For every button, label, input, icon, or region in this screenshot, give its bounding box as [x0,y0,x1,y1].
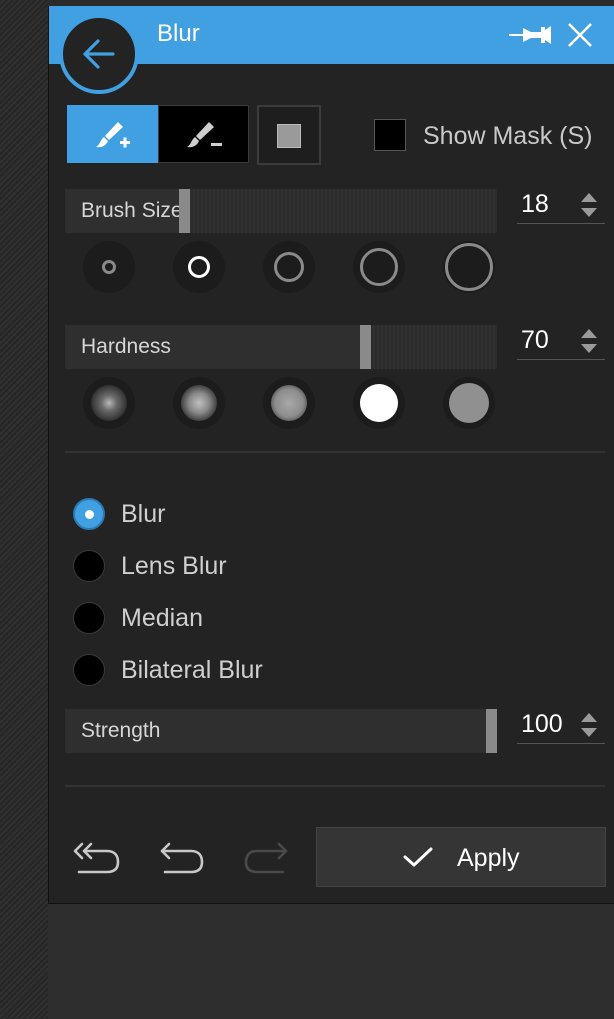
radio-button[interactable] [73,550,105,582]
stepper-icon[interactable] [579,190,599,220]
stepper-icon[interactable] [579,710,599,740]
strength-input[interactable]: 100 [517,706,605,744]
apply-button[interactable]: Apply [316,827,606,887]
hardness-label: Hardness [81,335,171,358]
radio-button[interactable] [73,498,105,530]
brush-size-preset-1[interactable] [83,241,135,293]
brush-size-preset-2[interactable] [173,241,225,293]
hardness-value: 70 [521,326,549,354]
mask-preview-button[interactable] [257,105,321,165]
blur-type-label: Lens Blur [121,552,227,580]
arrow-left-icon [83,39,115,69]
undo-icon[interactable] [157,838,207,878]
pin-icon[interactable] [509,24,553,46]
back-button[interactable] [59,14,139,94]
hardness-preset-1[interactable] [83,377,135,429]
hardness-preset-3[interactable] [263,377,315,429]
strength-slider[interactable]: Strength [65,709,497,753]
hardness-thumb[interactable] [360,325,371,369]
brush-subtract-icon [187,122,222,148]
brush-size-preset-5[interactable] [443,241,495,293]
divider [65,451,605,453]
hardness-preset-5[interactable] [443,377,495,429]
brush-size-input[interactable]: 18 [517,186,605,224]
brush-size-value: 18 [521,190,549,218]
brush-add-button[interactable] [67,105,158,163]
stepper-icon[interactable] [579,326,599,356]
brush-add-icon [96,122,130,148]
apply-label: Apply [457,844,520,872]
close-icon[interactable] [567,22,593,48]
brush-subtract-button[interactable] [158,105,249,163]
hardness-preset-2[interactable] [173,377,225,429]
mask-square-icon [277,124,301,148]
brush-size-slider[interactable]: Brush Size [65,189,497,233]
brush-size-preset-4[interactable] [353,241,405,293]
show-mask-label: Show Mask (S) [423,122,593,150]
brush-size-label: Brush Size [81,199,183,222]
undo-all-icon[interactable] [71,838,121,878]
hardness-input[interactable]: 70 [517,322,605,360]
strength-thumb[interactable] [486,709,497,753]
strength-label: Strength [81,719,161,742]
hardness-slider[interactable]: Hardness [65,325,497,369]
show-mask-checkbox[interactable] [374,119,406,151]
checkmark-icon [403,847,433,867]
redo-icon[interactable] [241,838,291,878]
brush-size-thumb[interactable] [179,189,190,233]
panel-title: Blur [157,20,200,47]
radio-button[interactable] [73,602,105,634]
blur-type-label: Median [121,604,203,632]
canvas-area [48,904,614,1019]
background-pattern [0,0,48,1019]
brush-size-preset-3[interactable] [263,241,315,293]
blur-type-label: Blur [121,500,166,528]
blur-panel: Blur Show Mask (S) Brush Size 18 Hardnes… [48,6,614,904]
strength-value: 100 [521,710,563,738]
divider [65,785,605,787]
blur-type-label: Bilateral Blur [121,656,263,684]
hardness-preset-4[interactable] [353,377,405,429]
radio-button[interactable] [73,654,105,686]
